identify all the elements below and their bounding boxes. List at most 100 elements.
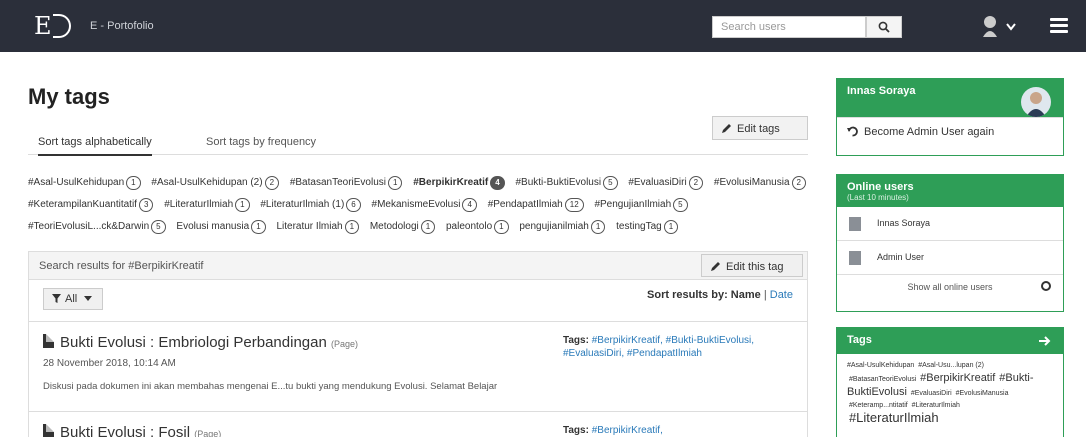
menu-icon[interactable] [1050, 18, 1068, 34]
caret-down-icon [84, 296, 93, 301]
chevron-down-icon [1006, 23, 1016, 31]
user-avatar-icon [983, 16, 997, 37]
edit-tags-button[interactable]: Edit tags [712, 116, 808, 140]
result-tags: Tags: #BerpikirKreatif, #Bukti-BuktiEvol… [563, 335, 755, 359]
document-icon [43, 424, 54, 437]
site-logo[interactable]: E [34, 12, 71, 40]
top-navbar: E E - Portofolio Search users [0, 0, 1086, 52]
tag-link[interactable]: #BerpikirKreatif 4 [413, 176, 505, 190]
tag-count-badge: 1 [235, 198, 250, 212]
tag-link[interactable]: pengujianilmiah 1 [519, 220, 606, 234]
tag-count-badge: 4 [490, 176, 505, 190]
tag-link[interactable]: #Asal-UsulKehidupan 1 [28, 176, 141, 190]
tag-count-badge: 1 [387, 176, 403, 190]
sort-by-name[interactable]: Name [731, 289, 761, 301]
tag-count-badge: 12 [564, 198, 584, 212]
undo-icon [847, 126, 858, 137]
profile-name[interactable]: Innas Soraya [847, 85, 915, 97]
become-admin-link[interactable]: Become Admin User again [837, 117, 1063, 146]
sort-tabs: Sort tags alphabetically Sort tags by fr… [28, 130, 808, 156]
result-item: Bukti Evolusi : Fosil (Page) Tags: #Berp… [29, 412, 807, 437]
tag-cloud: #Asal-UsulKehidupan 1 #Asal-UsulKehidupan… [28, 172, 818, 238]
tag-count-badge: 1 [494, 220, 509, 234]
sidebar-tag-link[interactable]: #Asal-UsulKehidupan [847, 362, 914, 369]
document-icon [43, 334, 54, 348]
arrow-right-icon[interactable] [1039, 336, 1051, 346]
tag-link[interactable]: Metodologi 1 [370, 220, 436, 234]
tag-count-badge: 1 [663, 220, 679, 234]
tag-link[interactable]: #KeterampilanKuantitatif 3 [28, 198, 154, 212]
tag-count-badge: 2 [688, 176, 704, 190]
page-title: My tags [28, 84, 110, 109]
search-icon [878, 21, 890, 33]
online-user-row[interactable]: Admin User [837, 241, 1063, 275]
pencil-icon [722, 124, 731, 133]
pencil-icon [711, 262, 720, 271]
result-title-link[interactable]: Bukti Evolusi : Fosil [60, 424, 190, 437]
tag-link[interactable]: testingTag 1 [616, 220, 679, 234]
sidebar-tag-link[interactable]: #Asal-Usu...lupan (2) [918, 362, 984, 369]
user-avatar-icon [849, 217, 861, 231]
tags-panel-title: Tags [847, 334, 872, 346]
user-menu[interactable] [980, 15, 1020, 39]
sidebar-tag-list: #Asal-UsulKehidupan #Asal-Usu...lupan (2… [837, 354, 1063, 433]
tab-sort-frequency[interactable]: Sort tags by frequency [206, 136, 316, 148]
sidebar-tag-link[interactable]: #LiteraturIlmiah [849, 410, 939, 425]
profile-avatar-icon [1026, 92, 1046, 117]
tag-link[interactable]: #LiteraturIlmiah (1) 6 [260, 198, 361, 212]
sidebar-tag-link[interactable]: #BerpikirKreatif [920, 372, 995, 384]
tags-panel: Tags #Asal-UsulKehidupan #Asal-Usu...lup… [836, 327, 1064, 437]
avatar[interactable] [1021, 87, 1051, 117]
tag-count-badge: 1 [126, 176, 141, 190]
search-users-input[interactable]: Search users [712, 16, 866, 38]
online-users-title: Online users [847, 181, 914, 193]
tag-link[interactable]: #Asal-UsulKehidupan (2) 2 [151, 176, 280, 190]
tag-count-badge: 5 [603, 176, 618, 190]
gear-icon[interactable] [1041, 281, 1051, 291]
sort-results: Sort results by: Name | Date [647, 289, 793, 301]
sidebar-tag-link[interactable]: #EvolusiManusia [956, 390, 1009, 397]
result-description: Diskusi pada dokumen ini akan membahas m… [43, 381, 498, 392]
tag-link[interactable]: #EvaluasiDiri 2 [628, 176, 704, 190]
user-avatar-icon [849, 251, 861, 265]
show-all-online-users[interactable]: Show all online users [837, 275, 1063, 299]
sidebar-tag-link[interactable]: #BatasanTeoriEvolusi [849, 376, 916, 383]
tag-count-badge: 5 [151, 220, 166, 234]
result-item: Bukti Evolusi : Embriologi Perbandingan … [29, 322, 807, 412]
tag-count-badge: 3 [138, 198, 154, 212]
edit-this-tag-button[interactable]: Edit this tag [701, 254, 803, 277]
brand-name[interactable]: E - Portofolio [90, 20, 154, 32]
tag-count-badge: 1 [420, 220, 436, 234]
tag-link[interactable]: Evolusi manusia 1 [176, 220, 266, 234]
tag-count-badge: 2 [264, 176, 280, 190]
tag-link[interactable]: #EvolusiManusia 2 [714, 176, 806, 190]
result-date: 28 November 2018, 10:14 AM [43, 358, 176, 369]
tab-sort-alphabetically[interactable]: Sort tags alphabetically [38, 136, 152, 156]
online-user-row[interactable]: Innas Soraya [837, 207, 1063, 241]
search-button[interactable] [866, 16, 902, 38]
tag-link[interactable]: #MekanismeEvolusi 4 [372, 198, 477, 212]
tag-link[interactable]: #TeoriEvolusiL...ck&Darwin 5 [28, 220, 166, 234]
filter-dropdown[interactable]: All [43, 288, 103, 310]
tag-count-badge: 1 [590, 220, 606, 234]
tag-link[interactable]: #PengujianIlmiah 5 [594, 198, 688, 212]
results-heading: Search results for #BerpikirKreatif Edit… [29, 252, 807, 280]
tag-count-badge: 6 [346, 198, 361, 212]
sidebar-tag-link[interactable]: #EvaluasiDiri [911, 390, 952, 397]
result-title-link[interactable]: Bukti Evolusi : Embriologi Perbandingan [60, 334, 327, 351]
tag-link[interactable]: #LiteraturIlmiah 1 [164, 198, 250, 212]
tag-link[interactable]: #PendapatIlmiah 12 [488, 198, 584, 212]
sidebar-tag-link[interactable]: #LiteraturIlmiah [912, 402, 960, 409]
filter-icon [52, 294, 61, 303]
sidebar-tag-link[interactable]: #Keteramp...ntitatif [849, 402, 908, 409]
tag-link[interactable]: #BatasanTeoriEvolusi 1 [290, 176, 403, 190]
tag-count-badge: 1 [251, 220, 266, 234]
tag-count-badge: 4 [462, 198, 477, 212]
tag-link[interactable]: Literatur Ilmiah 1 [276, 220, 360, 234]
sort-by-date[interactable]: Date [770, 289, 793, 301]
tag-link[interactable]: #Bukti-BuktiEvolusi 5 [515, 176, 618, 190]
tag-count-badge: 5 [673, 198, 688, 212]
online-users-panel: Online users (Last 10 minutes) Innas Sor… [836, 174, 1064, 312]
tag-link[interactable]: paleontolo 1 [446, 220, 509, 234]
tag-count-badge: 2 [791, 176, 806, 190]
